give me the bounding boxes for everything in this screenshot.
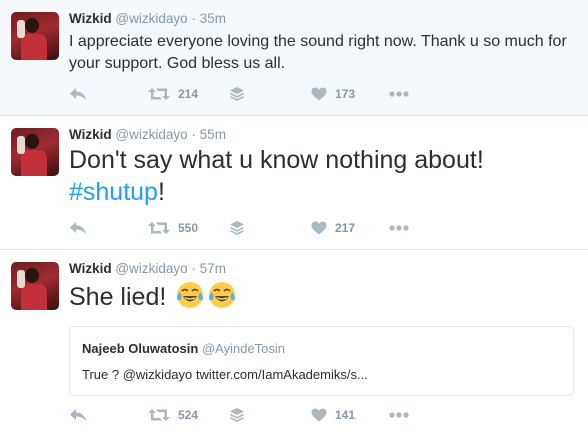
heart-icon [311,221,327,235]
buffer-button[interactable] [229,84,245,104]
buffer-button[interactable] [229,218,245,238]
retweet-button[interactable]: 214 [148,84,198,104]
more-button[interactable] [389,84,409,104]
author-handle[interactable]: @wizkidayo [115,127,187,142]
tweet-text-line: Don't say what u know nothing about! [69,146,484,174]
separator: · [191,127,196,142]
tweet-actions: 524 141 [69,405,419,425]
like-count: 141 [335,408,356,422]
quoted-author-name: Najeeb Oluwatosin [82,341,199,356]
author-name[interactable]: Wizkid [69,11,112,26]
retweet-icon [148,88,170,100]
like-count: 173 [335,87,356,101]
tweet-text: She lied! [69,280,237,313]
tweet-header: Wizkid @wizkidayo · 55m [69,127,226,142]
quoted-author-handle: @AyindeTosin [201,341,285,356]
tweet-text: Don't say what u know nothing about! #sh… [69,144,484,208]
layers-icon [230,87,244,101]
retweet-button[interactable]: 550 [148,218,198,238]
author-name[interactable]: Wizkid [69,261,112,276]
more-dots-icon [389,91,409,97]
tweet-text-fragment: ! [157,178,165,206]
tweet-header: Wizkid @wizkidayo · 57m [69,261,226,276]
reply-button[interactable] [69,405,87,425]
timestamp[interactable]: 55m [200,127,226,142]
layers-icon [230,221,244,235]
like-button[interactable]: 173 [311,84,355,104]
more-button[interactable] [389,218,409,238]
retweet-count: 550 [178,221,199,235]
author-handle[interactable]: @wizkidayo [115,261,187,276]
author-handle[interactable]: @wizkidayo [115,11,187,26]
tweet[interactable]: Wizkid @wizkidayo · 35m I appreciate eve… [0,0,588,116]
hashtag-link[interactable]: #shutup [69,178,158,206]
more-dots-icon [389,412,409,418]
like-count: 217 [335,221,356,235]
tears-of-joy-emoji-icon [209,282,236,308]
retweet-count: 524 [178,408,199,422]
avatar[interactable] [11,12,59,60]
heart-icon [311,408,327,422]
quoted-tweet-header: Najeeb Oluwatosin @AyindeTosin [82,341,285,356]
tweet-text: I appreciate everyone loving the sound r… [69,31,567,75]
reply-icon [70,409,86,421]
tears-of-joy-emoji-icon [177,282,204,308]
like-button[interactable]: 217 [311,218,355,238]
heart-icon [311,87,327,101]
retweet-icon [148,222,170,234]
layers-icon [230,408,244,422]
like-button[interactable]: 141 [311,405,355,425]
retweet-button[interactable]: 524 [148,405,198,425]
retweet-icon [148,409,170,421]
retweet-count: 214 [178,87,199,101]
tweet[interactable]: Wizkid @wizkidayo · 55m Don't say what u… [0,116,588,250]
reply-button[interactable] [69,84,87,104]
tweet-text-fragment: She lied! [69,283,167,311]
reply-button[interactable] [69,218,87,238]
reply-icon [70,88,86,100]
tweet-text-line: your support. God bless us all. [69,55,286,72]
timestamp[interactable]: 35m [200,11,226,26]
tweet-actions: 550 217 [69,218,419,238]
separator: · [191,261,196,276]
tweet-header: Wizkid @wizkidayo · 35m [69,11,226,26]
tweet-actions: 214 173 [69,84,419,104]
more-button[interactable] [389,405,409,425]
quoted-tweet-text: True ? @wizkidayo twitter.com/IamAkademi… [82,367,368,382]
avatar[interactable] [11,128,59,176]
reply-icon [70,222,86,234]
quoted-tweet[interactable]: Najeeb Oluwatosin @AyindeTosin True ? @w… [69,326,574,396]
tweet-text-line: I appreciate everyone loving the sound r… [69,33,567,50]
more-dots-icon [389,225,409,231]
timestamp[interactable]: 57m [200,261,226,276]
separator: · [191,11,196,26]
buffer-button[interactable] [229,405,245,425]
avatar[interactable] [11,262,59,310]
author-name[interactable]: Wizkid [69,127,112,142]
tweet[interactable]: Wizkid @wizkidayo · 57m She lied! Najeeb… [0,250,588,436]
